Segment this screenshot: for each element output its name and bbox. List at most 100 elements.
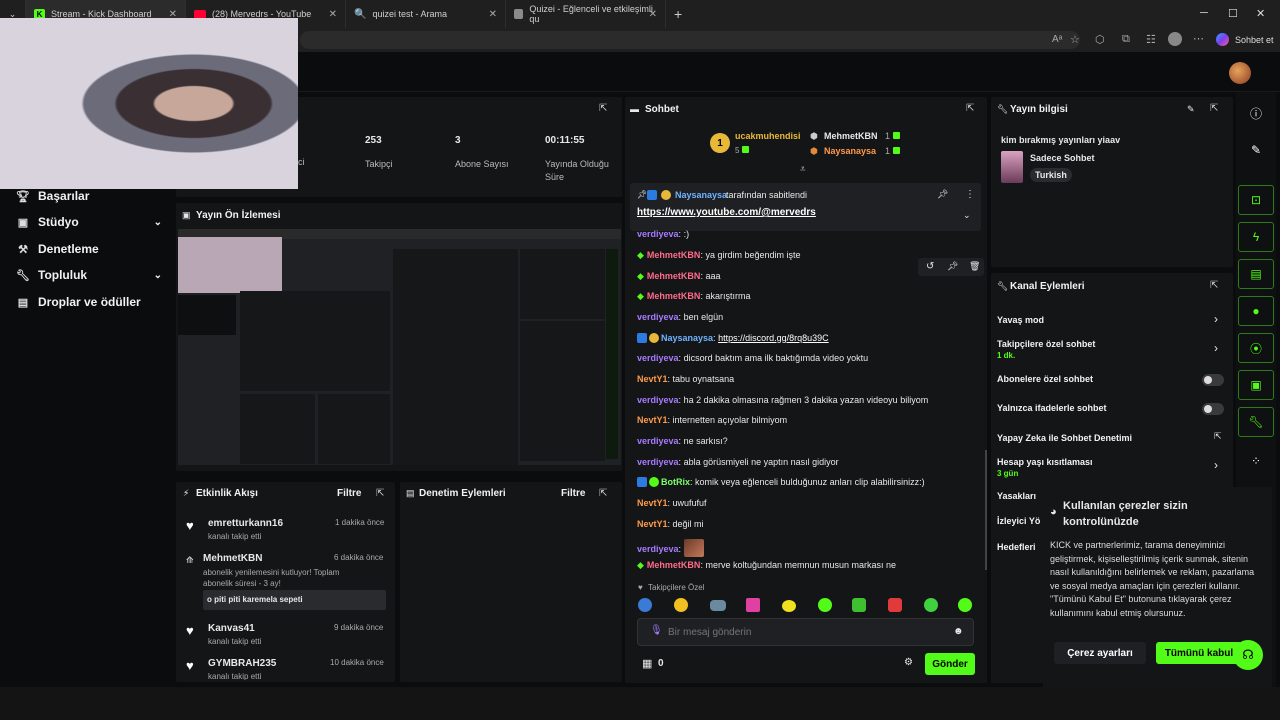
support-headset-icon[interactable]: ☊ (1233, 640, 1263, 670)
emote-icon[interactable] (674, 598, 688, 612)
moderation-filter-button[interactable]: Filtre (561, 488, 585, 499)
chat-message: verdiyeva: abla görüsmiyeli ne yaptın na… (637, 457, 839, 467)
edit-pencil-icon[interactable]: ✎ (1187, 104, 1195, 115)
sidebar-item-moderation[interactable]: ⚒ Denetleme (16, 242, 162, 256)
chat-message: verdiyeva: ha 2 dakika olmasına rağmen 3… (637, 395, 929, 405)
emote-icon[interactable] (958, 598, 972, 612)
emote-icon[interactable] (710, 600, 726, 611)
reply-icon[interactable]: ↺ (926, 261, 934, 272)
followers-only-row[interactable]: Takipçilere özel sohbet (997, 339, 1095, 349)
pin-icon: 📌︎ (637, 190, 648, 199)
ai-moderation-row[interactable]: Yapay Zeka ile Sohbet Denetimi (997, 433, 1132, 443)
activity-user[interactable]: GYMBRAH235 (208, 658, 276, 669)
cookie-settings-button[interactable]: Çerez ayarları (1054, 642, 1146, 664)
user-avatar[interactable] (1229, 62, 1251, 84)
emote-icon[interactable] (746, 598, 760, 612)
chat-input[interactable] (668, 623, 938, 641)
lightning-icon[interactable]: ϟ (1238, 222, 1274, 252)
more-menu-icon[interactable]: ⋯ (1193, 32, 1204, 45)
pinned-by-user[interactable]: Naysanaysa (675, 190, 727, 200)
trash-icon[interactable]: 🗑︎ (969, 261, 980, 272)
close-tab-icon[interactable]: ✕ (489, 9, 497, 20)
activity-user[interactable]: Kanvas41 (208, 623, 255, 634)
account-age-row[interactable]: Hesap yaşı kısıtlaması (997, 457, 1093, 467)
url-input[interactable] (300, 31, 1080, 49)
popout-icon[interactable]: ⇱ (1210, 280, 1218, 291)
send-button[interactable]: Gönder (925, 653, 975, 675)
emote-icon[interactable] (924, 598, 938, 612)
apps-icon[interactable]: ⁘ (1238, 446, 1274, 476)
chevron-right-icon[interactable]: › (1214, 458, 1218, 472)
third-chatter-name[interactable]: Naysanaysa (824, 146, 876, 156)
chat-scrollbar[interactable] (985, 450, 987, 570)
emote-icon[interactable] (782, 600, 796, 612)
minimize-icon[interactable]: ─ (1200, 7, 1208, 19)
category-thumbnail[interactable] (1001, 151, 1023, 183)
emoji-icon[interactable]: ☻ (953, 626, 964, 637)
split-screen-icon[interactable]: ⧉ (1122, 33, 1130, 46)
scan-icon[interactable]: ⊡ (1238, 185, 1274, 215)
emote-icon[interactable] (818, 598, 832, 612)
favorite-star-icon[interactable]: ☆ (1070, 33, 1080, 46)
pinned-link[interactable]: https://www.youtube.com/@mervedrs (637, 207, 816, 218)
popout-icon[interactable]: ⇱ (599, 488, 607, 499)
sidebar-item-studio[interactable]: ▣ Stüdyo ⌄ (16, 215, 162, 229)
more-options-icon[interactable]: ⋮ (965, 189, 975, 200)
chevron-right-icon[interactable]: › (1214, 312, 1218, 326)
activity-user[interactable]: MehmetKBN (203, 553, 262, 564)
maximize-icon[interactable]: ☐ (1228, 7, 1238, 20)
goals-row[interactable]: Hedefleri (997, 542, 1036, 552)
activity-user[interactable]: emretturkann16 (208, 518, 283, 529)
chevron-down-icon[interactable]: ⌄ (963, 210, 971, 221)
tab-quizei[interactable]: Quizei - Eğlenceli ve etkileşimli qu ✕ (506, 0, 666, 28)
category-name[interactable]: Sadece Sohbet (1030, 153, 1095, 163)
sidebar-item-community[interactable]: 🔧︎ Topluluk ⌄ (16, 268, 162, 282)
layout-icon[interactable]: ▣ (1238, 370, 1274, 400)
subscribers-only-toggle[interactable] (1202, 374, 1224, 386)
info-icon[interactable]: ⓘ (1238, 98, 1274, 128)
copilot-chat-button[interactable]: Sohbet et (1235, 35, 1274, 45)
external-link-icon[interactable]: ⇱ (1214, 431, 1222, 442)
wrench-icon[interactable]: 🔧︎ (1238, 407, 1274, 437)
popout-icon[interactable]: ⇱ (1210, 103, 1218, 114)
bans-row[interactable]: Yasakları (997, 491, 1036, 501)
slow-mode-row[interactable]: Yavaş mod (997, 315, 1044, 325)
new-tab-button[interactable]: + (666, 0, 690, 28)
unpin-icon[interactable]: 📌︎ (937, 189, 948, 200)
chat-bubble-icon[interactable]: ● (1238, 296, 1274, 326)
edit-pencil-icon[interactable]: ✎ (1238, 135, 1274, 165)
settings-gear-icon[interactable]: ⚙ (904, 657, 913, 668)
chevron-right-icon[interactable]: › (1214, 341, 1218, 355)
read-aloud-icon[interactable]: Aᵃ (1052, 34, 1062, 45)
close-window-icon[interactable]: ✕ (1256, 7, 1265, 20)
broadcast-icon[interactable]: ⦿ (1238, 333, 1274, 363)
popout-icon[interactable]: ⇱ (376, 488, 384, 499)
sidebar-item-achievements[interactable]: 🏆︎ Başarılar (16, 189, 162, 203)
emote-icon[interactable] (638, 598, 652, 612)
store-icon[interactable]: ▦ (642, 657, 652, 670)
profile-avatar[interactable] (1168, 32, 1182, 46)
top-chatter-name[interactable]: ucakmuhendisi (735, 131, 801, 141)
stream-preview-video[interactable] (178, 229, 621, 465)
popout-icon[interactable]: ⇱ (966, 103, 974, 114)
accept-all-button[interactable]: Tümünü kabul (1156, 642, 1242, 664)
collections-icon[interactable]: ☷ (1146, 33, 1156, 46)
sidebar-item-drops[interactable]: ▤ Droplar ve ödüller (16, 295, 162, 309)
emote-icon[interactable] (888, 598, 902, 612)
viewer-row[interactable]: İzleyici Yö (997, 516, 1040, 526)
extensions-icon[interactable]: ⬡ (1095, 33, 1105, 46)
pin-icon[interactable]: 📌︎ (947, 261, 958, 272)
activity-filter-button[interactable]: Filtre (337, 488, 361, 499)
document-icon[interactable]: ▤ (1238, 259, 1274, 289)
collapse-icon[interactable]: ⩡ (800, 164, 806, 175)
emote-icon[interactable] (852, 598, 866, 612)
second-chatter-name[interactable]: MehmetKBN (824, 131, 878, 141)
popout-icon[interactable]: ⇱ (599, 103, 607, 114)
microphone-icon[interactable]: 🎙︎ (650, 625, 663, 636)
tab-search[interactable]: 🔍 quizei test - Arama ✕ (346, 0, 506, 28)
close-tab-icon[interactable]: ✕ (649, 9, 657, 20)
close-tab-icon[interactable]: ✕ (329, 9, 337, 20)
emote-only-toggle[interactable] (1202, 403, 1224, 415)
language-tag[interactable]: Turkish (1030, 168, 1072, 182)
chat-message: ◆ MehmetKBN: ya girdim beğendim işte (637, 250, 801, 260)
